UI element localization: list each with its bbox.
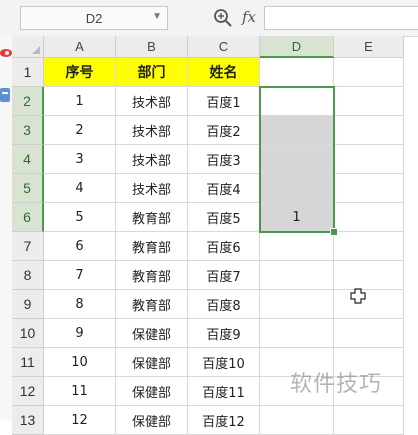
cell-d4[interactable] — [260, 145, 334, 174]
cell-a6[interactable]: 5 — [44, 203, 116, 232]
row-header-1[interactable]: 1 — [12, 58, 44, 87]
cell-e9[interactable] — [334, 290, 404, 319]
cell-d7[interactable] — [260, 232, 334, 261]
formula-input[interactable] — [264, 6, 418, 30]
column-header-c[interactable]: C — [188, 36, 260, 58]
cell-c9[interactable]: 百度8 — [188, 290, 260, 319]
cell-b5[interactable]: 技术部 — [116, 174, 188, 203]
name-box[interactable]: D2 ▼ — [20, 6, 168, 30]
select-all-corner[interactable] — [12, 36, 44, 58]
cell-a9[interactable]: 8 — [44, 290, 116, 319]
cell-b6[interactable]: 教育部 — [116, 203, 188, 232]
comment-icon[interactable] — [0, 86, 10, 104]
cell-b4[interactable]: 技术部 — [116, 145, 188, 174]
cell-c10[interactable]: 百度9 — [188, 319, 260, 348]
formula-bar: D2 ▼ fx — [0, 0, 418, 37]
cell-a5[interactable]: 4 — [44, 174, 116, 203]
fill-handle[interactable] — [330, 228, 338, 236]
cell-e2[interactable] — [334, 87, 404, 116]
column-header-e[interactable]: E — [334, 36, 404, 58]
cell-b3[interactable]: 技术部 — [116, 116, 188, 145]
cell-d9[interactable] — [260, 290, 334, 319]
row-header-8[interactable]: 8 — [12, 261, 44, 290]
name-box-value: D2 — [85, 10, 103, 26]
cell-b9[interactable]: 教育部 — [116, 290, 188, 319]
cell-a13[interactable]: 12 — [44, 406, 116, 435]
cell-c4[interactable]: 百度3 — [188, 145, 260, 174]
watermark: 软件技巧 — [290, 372, 383, 397]
cell-e4[interactable] — [334, 145, 404, 174]
cell-d6[interactable]: 1 — [260, 203, 334, 232]
cell-b11[interactable]: 保健部 — [116, 348, 188, 377]
cell-c13[interactable]: 百度12 — [188, 406, 260, 435]
cell-e1[interactable] — [334, 58, 404, 87]
cell-a2[interactable]: 1 — [44, 87, 116, 116]
cell-e13[interactable] — [334, 406, 404, 435]
cell-d10[interactable] — [260, 319, 334, 348]
cell-c2[interactable]: 百度1 — [188, 87, 260, 116]
cell-b2[interactable]: 技术部 — [116, 87, 188, 116]
cell-d13[interactable] — [260, 406, 334, 435]
cell-c3[interactable]: 百度2 — [188, 116, 260, 145]
cell-e5[interactable] — [334, 174, 404, 203]
cell-cursor-icon — [350, 288, 366, 304]
row-header-5[interactable]: 5 — [12, 174, 44, 203]
cell-a10[interactable]: 9 — [44, 319, 116, 348]
cell-e3[interactable] — [334, 116, 404, 145]
zoom-icon[interactable] — [212, 7, 234, 29]
cell-c1[interactable]: 姓名 — [188, 58, 260, 87]
row-header-12[interactable]: 12 — [12, 377, 44, 406]
cell-b12[interactable]: 保健部 — [116, 377, 188, 406]
cell-a8[interactable]: 7 — [44, 261, 116, 290]
cell-e8[interactable] — [334, 261, 404, 290]
cell-d3[interactable] — [260, 116, 334, 145]
cell-b10[interactable]: 保健部 — [116, 319, 188, 348]
cell-b8[interactable]: 教育部 — [116, 261, 188, 290]
cell-d8[interactable] — [260, 261, 334, 290]
cell-a3[interactable]: 2 — [44, 116, 116, 145]
column-header-b[interactable]: B — [116, 36, 188, 58]
cell-d1[interactable] — [260, 58, 334, 87]
row-header-4[interactable]: 4 — [12, 145, 44, 174]
cell-e10[interactable] — [334, 319, 404, 348]
cell-d5[interactable] — [260, 174, 334, 203]
row-header-6[interactable]: 6 — [12, 203, 44, 232]
cell-e7[interactable] — [334, 232, 404, 261]
eye-icon[interactable] — [0, 46, 12, 60]
cell-e6[interactable] — [334, 203, 404, 232]
cell-c7[interactable]: 百度6 — [188, 232, 260, 261]
cell-c6[interactable]: 百度5 — [188, 203, 260, 232]
row-header-2[interactable]: 2 — [12, 87, 44, 116]
row-header-11[interactable]: 11 — [12, 348, 44, 377]
cell-b7[interactable]: 教育部 — [116, 232, 188, 261]
cell-b13[interactable]: 保健部 — [116, 406, 188, 435]
cell-a11[interactable]: 10 — [44, 348, 116, 377]
row-header-9[interactable]: 9 — [12, 290, 44, 319]
cell-c11[interactable]: 百度10 — [188, 348, 260, 377]
cell-c5[interactable]: 百度4 — [188, 174, 260, 203]
column-header-d[interactable]: D — [260, 36, 334, 58]
row-header-13[interactable]: 13 — [12, 406, 44, 435]
chevron-down-icon[interactable]: ▼ — [152, 11, 162, 22]
cell-a1[interactable]: 序号 — [44, 58, 116, 87]
row-header-10[interactable]: 10 — [12, 319, 44, 348]
cell-b1[interactable]: 部门 — [116, 58, 188, 87]
cell-a12[interactable]: 11 — [44, 377, 116, 406]
row-header-7[interactable]: 7 — [12, 232, 44, 261]
cell-c8[interactable]: 百度7 — [188, 261, 260, 290]
fx-icon[interactable]: fx — [238, 6, 260, 28]
row-header-3[interactable]: 3 — [12, 116, 44, 145]
cell-c12[interactable]: 百度11 — [188, 377, 260, 406]
column-header-a[interactable]: A — [44, 36, 116, 58]
cell-a4[interactable]: 3 — [44, 145, 116, 174]
cell-a7[interactable]: 6 — [44, 232, 116, 261]
cell-d2[interactable] — [260, 87, 334, 116]
